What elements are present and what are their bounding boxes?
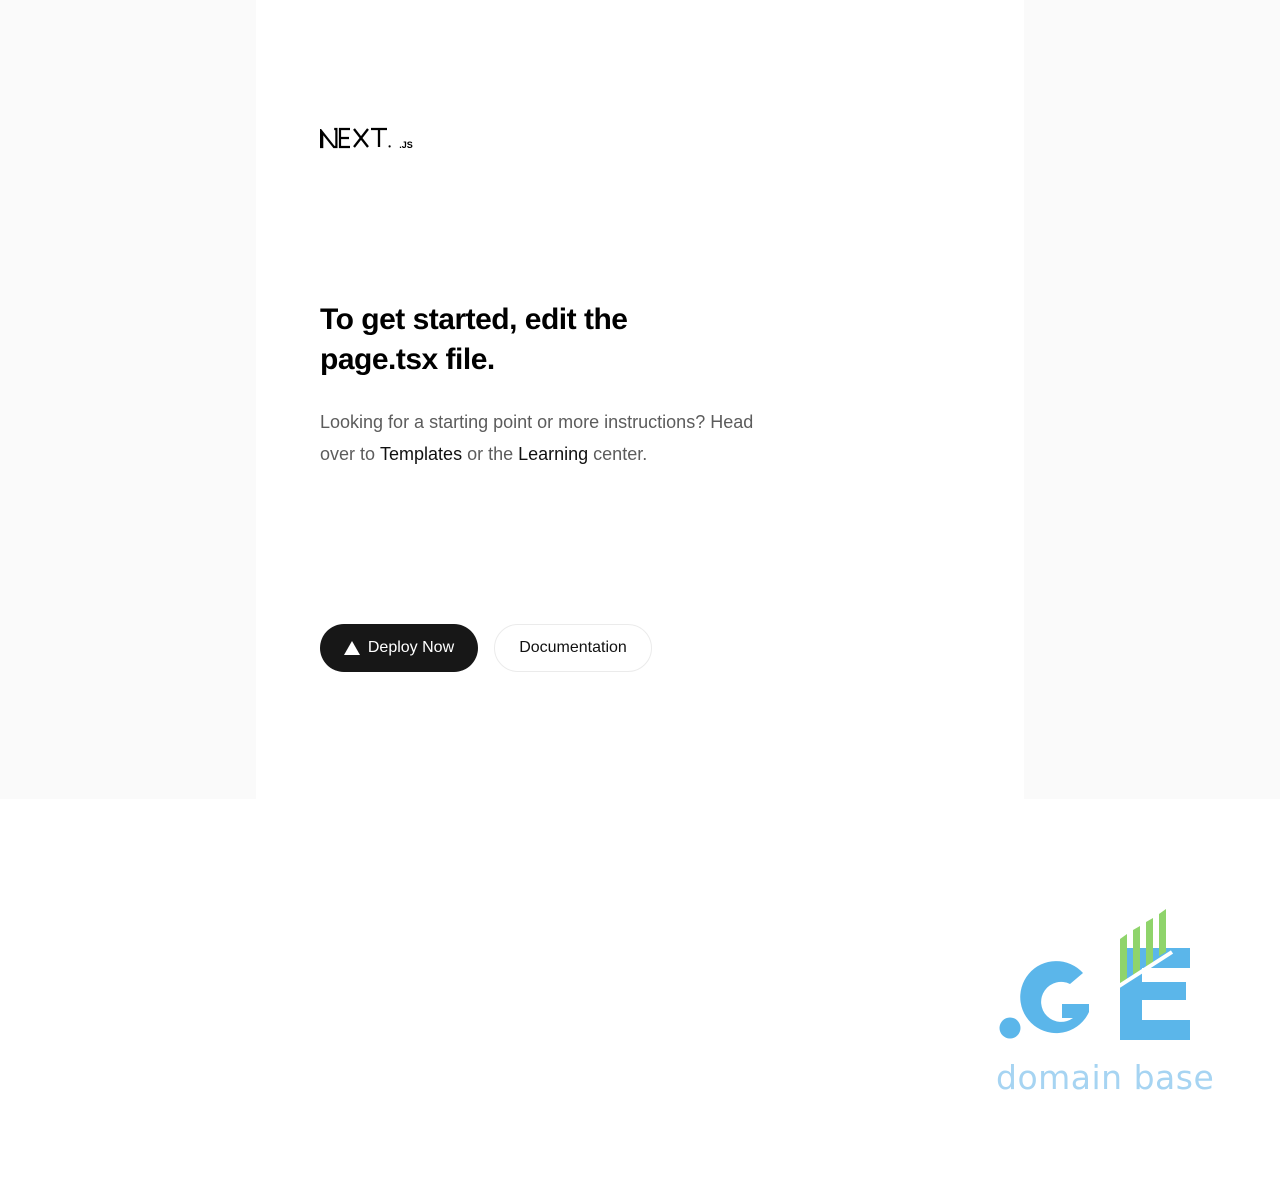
intro-suffix: center.: [588, 444, 648, 464]
page-title: To get started, edit the page.tsx file.: [320, 303, 628, 376]
deploy-now-button[interactable]: Deploy Now: [320, 624, 478, 672]
vercel-triangle-icon: [343, 641, 360, 655]
viewport: .JS To get started, edit the page.tsx fi…: [0, 0, 1280, 1200]
deploy-now-label: Deploy Now: [367, 639, 455, 656]
learning-link[interactable]: Learning: [518, 444, 588, 464]
templates-link[interactable]: Templates: [380, 444, 462, 464]
nextjs-logo-suffix: .JS: [399, 140, 413, 150]
intro-middle: or the: [462, 444, 519, 464]
documentation-label: Documentation: [519, 639, 627, 656]
intro-text: Looking for a starting point or more ins…: [320, 406, 760, 470]
ge-domain-caption: domain base: [996, 1058, 1215, 1097]
main-content: .JS To get started, edit the page.tsx fi…: [256, 0, 1024, 799]
nextjs-logo: .JS: [320, 127, 413, 150]
documentation-button[interactable]: Documentation: [494, 624, 652, 672]
